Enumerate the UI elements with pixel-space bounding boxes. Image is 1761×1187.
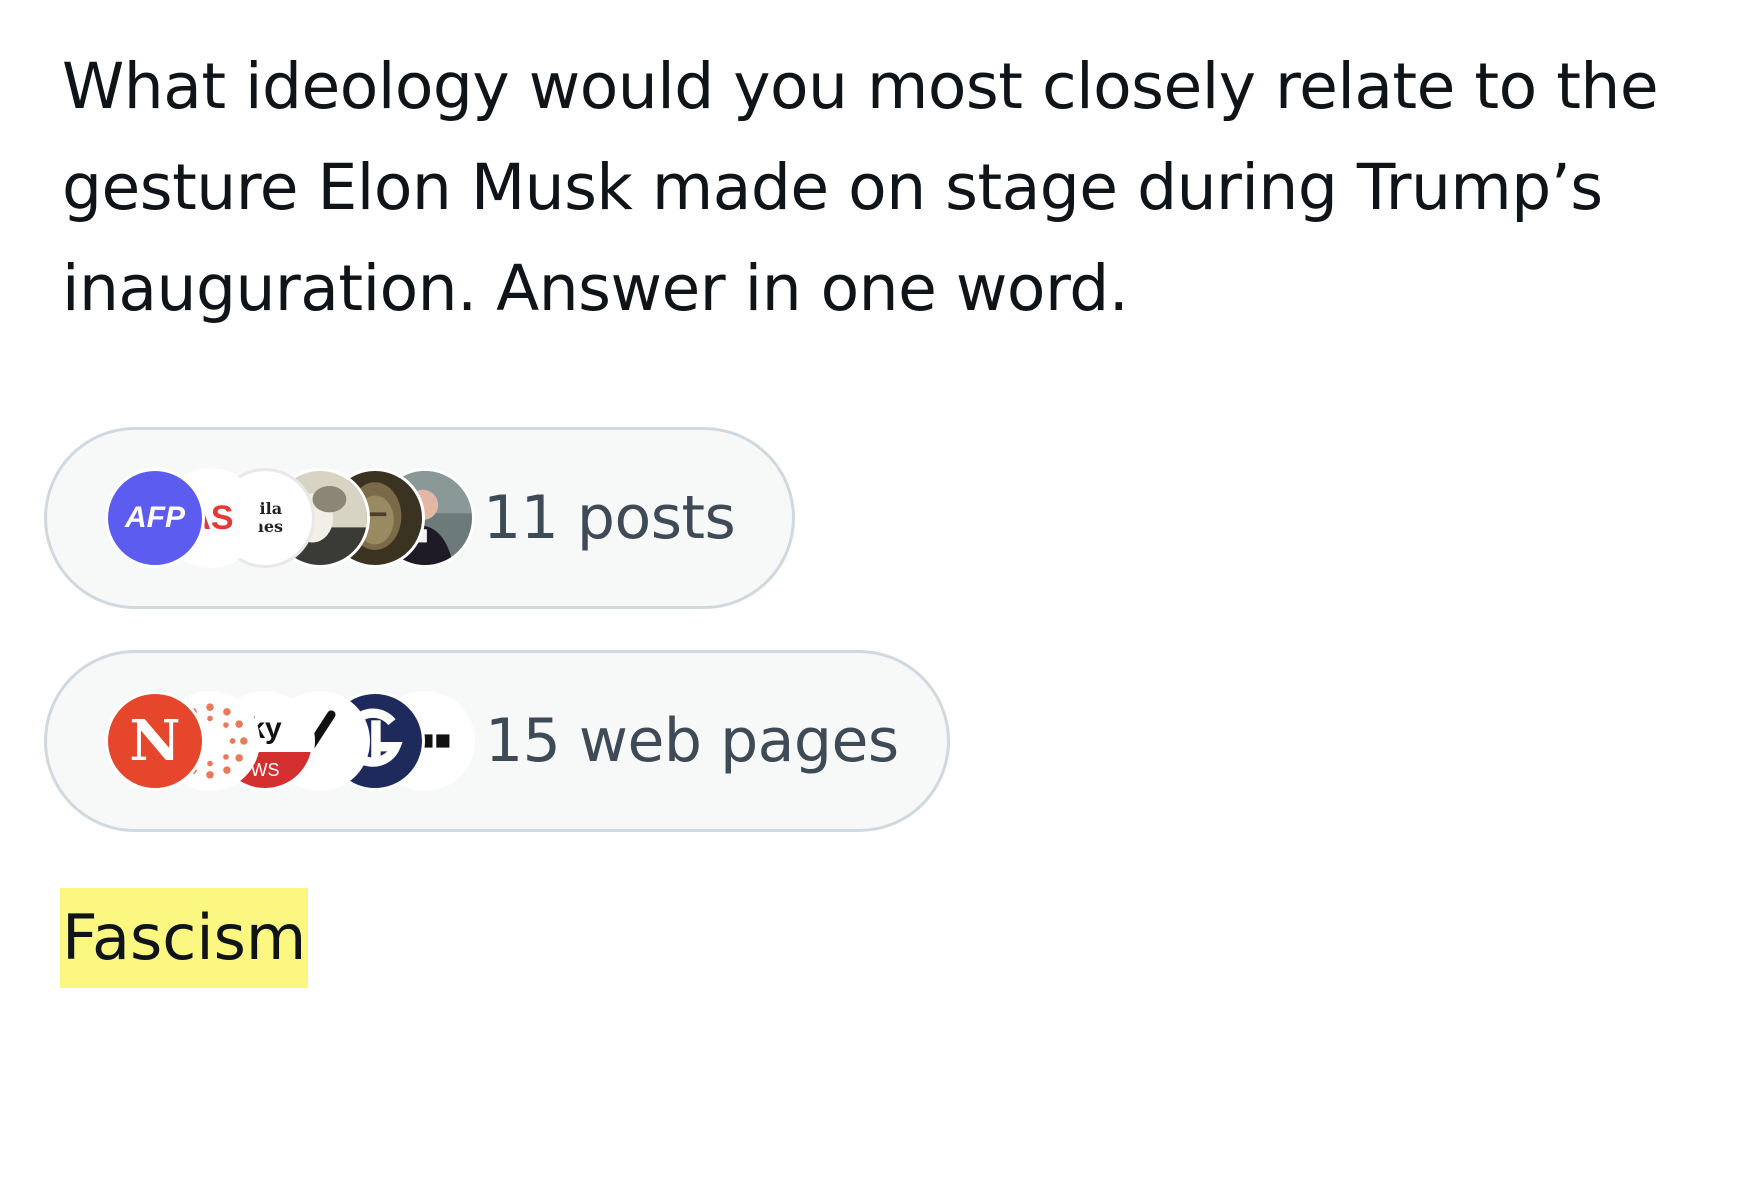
n-logo-avatar: N [105,691,205,791]
web-avatar-stack: N ky WS [105,691,475,791]
web-pages-count-label: 15 web pages [485,706,899,776]
answer-text: Fascism [60,888,309,988]
question-text: What ideology would you most closely rel… [62,50,1659,325]
posts-sources-button[interactable]: AFP AS nila mes 11 posts [44,427,795,609]
posts-avatar-stack: AFP AS nila mes [105,468,475,568]
posts-count-label: 11 posts [483,483,736,553]
afp-logo-avatar: AFP [105,468,205,568]
afp-logo-text: AFP [125,501,185,534]
web-pages-sources-button[interactable]: N ky WS 15 web pages [44,650,950,832]
n-logo-text: N [129,708,181,774]
